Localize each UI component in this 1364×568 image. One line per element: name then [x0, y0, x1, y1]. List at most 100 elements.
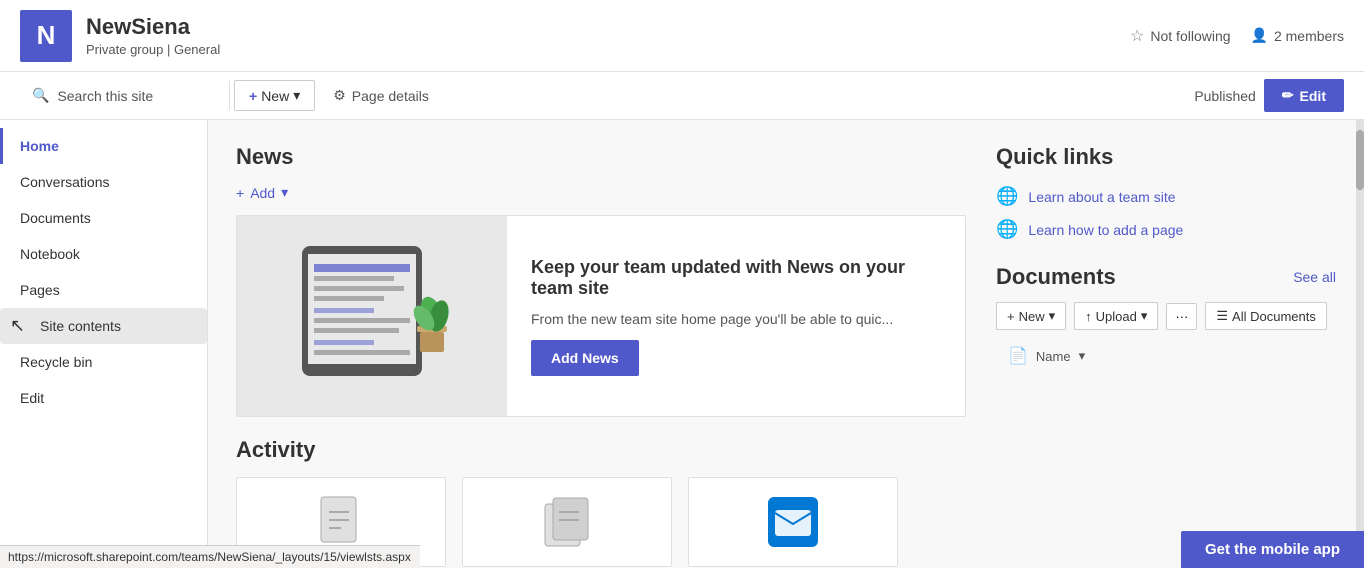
plus-icon: + [249, 88, 257, 104]
news-title: News [236, 144, 966, 170]
docs-upload-label: Upload [1096, 309, 1137, 324]
sidebar-item-pages[interactable]: Pages [0, 272, 207, 308]
sidebar-item-label: Pages [20, 282, 60, 298]
site-title: NewSiena [86, 14, 220, 40]
docs-new-button[interactable]: + New ▾ [996, 302, 1066, 330]
news-heading: Keep your team updated with News on your… [531, 257, 941, 299]
activity-card-3 [688, 477, 898, 567]
sidebar-item-site-contents[interactable]: ↖ Site contents [0, 308, 207, 344]
quick-link-1[interactable]: 🌐 Learn about a team site [996, 186, 1336, 207]
sidebar-item-label: Edit [20, 390, 44, 406]
sidebar-item-label: Conversations [20, 174, 110, 190]
search-label: Search this site [57, 88, 153, 104]
docs-header: Documents See all [996, 264, 1336, 290]
news-section: News + Add ▾ [236, 144, 966, 417]
quick-link-2[interactable]: 🌐 Learn how to add a page [996, 219, 1336, 240]
docs-title: Documents [996, 264, 1116, 290]
quick-link-1-label: Learn about a team site [1028, 189, 1175, 205]
search-icon: 🔍 [32, 87, 49, 104]
page-details-button[interactable]: ⚙ Page details [319, 81, 443, 110]
sidebar-item-label: Recycle bin [20, 354, 92, 370]
quick-links-title: Quick links [996, 144, 1336, 170]
members-count: 2 members [1274, 28, 1344, 44]
sidebar-item-label: Notebook [20, 246, 80, 262]
sidebar-item-documents[interactable]: Documents [0, 200, 207, 236]
news-image [237, 216, 507, 416]
quick-links-section: Quick links 🌐 Learn about a team site 🌐 … [996, 144, 1336, 240]
chevron-down-icon: ▾ [293, 87, 300, 104]
sidebar-item-home[interactable]: Home [0, 128, 207, 164]
scrollbar-track[interactable] [1356, 120, 1364, 568]
site-type: Private group [86, 42, 163, 57]
new-button[interactable]: + New ▾ [234, 80, 315, 111]
edit-button[interactable]: ✏ Edit [1264, 79, 1344, 112]
sidebar-item-label: Documents [20, 210, 91, 226]
copy-icon [537, 492, 597, 552]
chevron-down-icon: ▾ [1079, 348, 1086, 364]
members-button[interactable]: 👤 2 members [1251, 27, 1344, 44]
add-news-button[interactable]: + Add ▾ [236, 184, 966, 201]
sidebar-item-conversations[interactable]: Conversations [0, 164, 207, 200]
layout: Home Conversations Documents Notebook Pa… [0, 120, 1364, 568]
globe-icon-1: 🌐 [996, 186, 1018, 207]
header: N NewSiena Private group | General ☆ Not… [0, 0, 1364, 72]
docs-more-button[interactable]: ··· [1166, 303, 1197, 330]
site-info: NewSiena Private group | General [86, 14, 220, 57]
docs-view-button[interactable]: ☰ All Documents [1205, 302, 1326, 330]
not-following-label: Not following [1150, 28, 1230, 44]
outlook-icon [763, 492, 823, 552]
site-icon: N [20, 10, 72, 62]
docs-all-label: All Documents [1232, 309, 1316, 324]
news-description: From the new team site home page you'll … [531, 309, 941, 330]
header-right: ☆ Not following 👤 2 members [1130, 26, 1344, 46]
docs-name-header: 📄 Name ▾ [996, 340, 1336, 372]
sidebar-item-edit[interactable]: Edit [0, 380, 207, 416]
published-badge: Published [1194, 88, 1256, 104]
chevron-down-icon: ▾ [1049, 308, 1056, 324]
main-right: Quick links 🌐 Learn about a team site 🌐 … [996, 144, 1336, 544]
pencil-icon: ✏ [1282, 87, 1294, 104]
toolbar-left: 🔍 Search this site + New ▾ ⚙ Page detail… [20, 80, 443, 111]
url-bar: https://microsoft.sharepoint.com/teams/N… [0, 545, 420, 568]
new-label: New [261, 88, 289, 104]
plus-icon: + [1007, 309, 1015, 324]
scrollbar-thumb[interactable] [1356, 130, 1364, 190]
plus-icon: + [236, 185, 244, 201]
site-subtitle: Private group | General [86, 42, 220, 57]
list-icon: ☰ [1216, 308, 1228, 324]
activity-card-2 [462, 477, 672, 567]
toolbar-actions: + New ▾ ⚙ Page details [234, 80, 443, 111]
file-icon [311, 492, 371, 552]
sidebar: Home Conversations Documents Notebook Pa… [0, 120, 208, 568]
gear-icon: ⚙ [333, 87, 346, 104]
search-area[interactable]: 🔍 Search this site [20, 81, 230, 110]
sidebar-item-label: Home [20, 138, 59, 154]
toolbar-right: Published ✏ Edit [1194, 79, 1344, 112]
quick-link-2-label: Learn how to add a page [1028, 222, 1183, 238]
docs-new-label: New [1019, 309, 1045, 324]
documents-section: Documents See all + New ▾ ↑ Upload ▾ [996, 264, 1336, 372]
news-content: Keep your team updated with News on your… [507, 216, 965, 416]
mobile-app-banner[interactable]: Get the mobile app [1181, 531, 1364, 568]
sidebar-item-notebook[interactable]: Notebook [0, 236, 207, 272]
file-outline-icon: 📄 [1008, 346, 1028, 366]
docs-toolbar: + New ▾ ↑ Upload ▾ ··· ☰ All Documents [996, 302, 1336, 330]
edit-label: Edit [1300, 88, 1326, 104]
not-following-button[interactable]: ☆ Not following [1130, 26, 1231, 46]
news-card: Keep your team updated with News on your… [236, 215, 966, 417]
page-details-label: Page details [352, 88, 429, 104]
cursor-indicator: ↖ [10, 316, 25, 337]
sidebar-item-recycle-bin[interactable]: Recycle bin [0, 344, 207, 380]
separator: | [167, 42, 174, 57]
see-all-link[interactable]: See all [1293, 269, 1336, 285]
docs-upload-button[interactable]: ↑ Upload ▾ [1074, 302, 1158, 330]
main-content: News + Add ▾ [208, 120, 1364, 568]
tablet-illustration [272, 236, 472, 396]
add-news-cta-button[interactable]: Add News [531, 340, 639, 376]
ellipsis-icon: ··· [1175, 309, 1188, 324]
header-left: N NewSiena Private group | General [20, 10, 220, 62]
globe-icon-2: 🌐 [996, 219, 1018, 240]
toolbar: 🔍 Search this site + New ▾ ⚙ Page detail… [0, 72, 1364, 120]
upload-icon: ↑ [1085, 309, 1092, 324]
person-icon: 👤 [1251, 27, 1268, 44]
